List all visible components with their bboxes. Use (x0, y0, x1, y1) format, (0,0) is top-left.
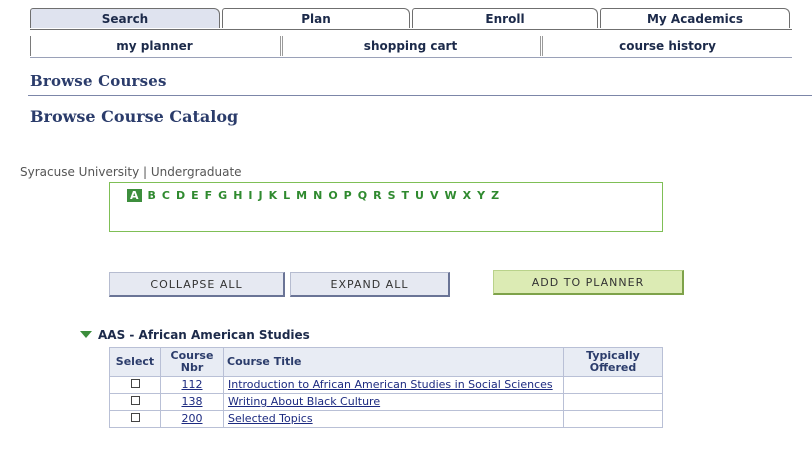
subtab-my-planner[interactable]: my planner (30, 36, 278, 56)
subtab-divider (30, 57, 792, 58)
alphabet-letter-w[interactable]: W (444, 189, 456, 202)
alphabet-letter-m[interactable]: M (296, 189, 307, 202)
col-header-course-nbr: Course Nbr (160, 347, 224, 377)
alphabet-letter-z[interactable]: Z (491, 189, 499, 202)
alphabet-letter-h[interactable]: H (233, 189, 242, 202)
alphabet-letter-c[interactable]: C (162, 189, 170, 202)
tab-my-academics[interactable]: My Academics (600, 8, 790, 28)
alphabet-letter-n[interactable]: N (313, 189, 322, 202)
alphabet-letter-l[interactable]: L (283, 189, 290, 202)
collapse-all-button[interactable]: COLLAPSE ALL (109, 272, 285, 297)
table-row: 138 Writing About Black Culture (109, 393, 663, 411)
alphabet-letter-a[interactable]: A (127, 189, 142, 202)
course-nbr-header: Course Nbr (170, 349, 214, 374)
expand-triangle-icon[interactable] (80, 331, 92, 338)
tab-plan[interactable]: Plan (222, 8, 410, 28)
offered-cell (563, 393, 663, 411)
course-title-link[interactable]: Selected Topics (228, 412, 313, 425)
subtab-shopping-cart[interactable]: shopping cart (280, 36, 538, 56)
alphabet-letter-f[interactable]: F (205, 189, 213, 202)
tab-divider (30, 29, 792, 30)
select-checkbox[interactable] (130, 396, 140, 405)
course-nbr-cell: 112 (160, 376, 224, 394)
course-nbr-link[interactable]: 138 (182, 395, 203, 408)
course-title-cell: Writing About Black Culture (223, 393, 564, 411)
course-title-cell: Selected Topics (223, 410, 564, 428)
institution-career-label: Syracuse University | Undergraduate (20, 165, 242, 179)
alphabet-letter-p[interactable]: P (344, 189, 352, 202)
course-nbr-link[interactable]: 200 (182, 412, 203, 425)
alphabet-letter-g[interactable]: G (218, 189, 227, 202)
table-row: 112 Introduction to African American Stu… (109, 376, 663, 394)
course-table: Select Course Nbr Course Title Typically… (109, 347, 663, 428)
alphabet-index: ABCDEFGHIJKLMNOPQRSTUVWXYZ (127, 189, 505, 202)
alphabet-letter-k[interactable]: K (269, 189, 278, 202)
table-header-row: Select Course Nbr Course Title Typically… (109, 347, 663, 377)
alphabet-letter-r[interactable]: R (373, 189, 381, 202)
table-row: 200 Selected Topics (109, 410, 663, 428)
select-cell (109, 376, 161, 394)
page-title: Browse Courses (30, 72, 167, 90)
add-to-planner-button[interactable]: ADD TO PLANNER (493, 270, 684, 295)
offered-cell (563, 410, 663, 428)
alphabet-letter-b[interactable]: B (148, 189, 156, 202)
alphabet-letter-e[interactable]: E (191, 189, 199, 202)
alphabet-letter-i[interactable]: I (248, 189, 252, 202)
alphabet-letter-d[interactable]: D (176, 189, 185, 202)
select-checkbox[interactable] (130, 379, 140, 388)
alphabet-letter-o[interactable]: O (328, 189, 337, 202)
col-header-typically-offered: Typically Offered (563, 347, 663, 377)
course-nbr-cell: 200 (160, 410, 224, 428)
alphabet-letter-j[interactable]: J (259, 189, 263, 202)
sub-tab-bar: my planner shopping cart course history (30, 36, 792, 56)
subject-label: AAS - African American Studies (98, 328, 310, 342)
title-divider (28, 95, 812, 96)
course-nbr-cell: 138 (160, 393, 224, 411)
select-checkbox[interactable] (130, 413, 140, 422)
col-header-select: Select (109, 347, 161, 377)
tab-search[interactable]: Search (30, 8, 220, 28)
alphabet-letter-x[interactable]: X (463, 189, 471, 202)
col-header-course-title: Course Title (223, 347, 564, 377)
section-title: Browse Course Catalog (30, 107, 239, 126)
course-title-link[interactable]: Introduction to African American Studies… (228, 378, 553, 391)
alphabet-letter-t[interactable]: T (402, 189, 410, 202)
alphabet-letter-s[interactable]: S (388, 189, 396, 202)
select-cell (109, 410, 161, 428)
select-cell (109, 393, 161, 411)
alphabet-letter-q[interactable]: Q (358, 189, 367, 202)
course-title-cell: Introduction to African American Studies… (223, 376, 564, 394)
alphabet-index-box: ABCDEFGHIJKLMNOPQRSTUVWXYZ (109, 182, 663, 232)
top-tab-bar: Search Plan Enroll My Academics (30, 8, 790, 30)
alphabet-letter-u[interactable]: U (415, 189, 424, 202)
alphabet-letter-y[interactable]: Y (477, 189, 485, 202)
alphabet-letter-v[interactable]: V (430, 189, 439, 202)
offered-cell (563, 376, 663, 394)
course-nbr-link[interactable]: 112 (182, 378, 203, 391)
expand-all-button[interactable]: EXPAND ALL (290, 272, 450, 297)
course-title-link[interactable]: Writing About Black Culture (228, 395, 380, 408)
subject-group-header[interactable]: AAS - African American Studies (80, 328, 310, 342)
subtab-course-history[interactable]: course history (540, 36, 792, 56)
tab-enroll[interactable]: Enroll (412, 8, 598, 28)
